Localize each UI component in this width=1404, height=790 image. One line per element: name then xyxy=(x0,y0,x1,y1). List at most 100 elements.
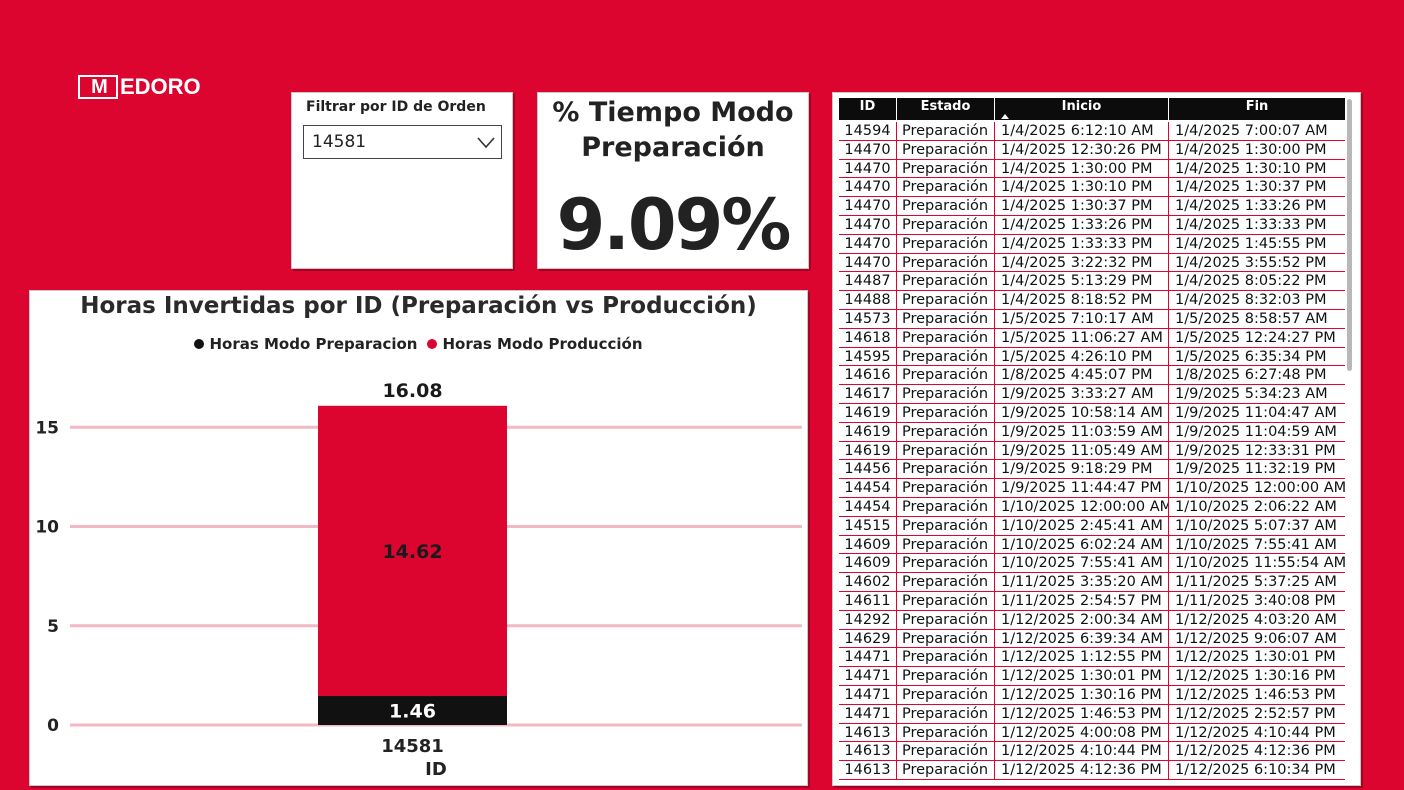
table-row[interactable]: 14456 Preparación 1/9/2025 9:18:29 PM 1/9/2… xyxy=(839,460,1345,480)
table-row[interactable]: 14454 Preparación 1/9/2025 11:44:47 PM 1/10… xyxy=(839,479,1345,498)
cell-estado: Preparación xyxy=(897,685,995,704)
table-row[interactable]: 14595 Preparación 1/5/2025 4:26:10 PM 1/5/2… xyxy=(839,347,1345,367)
cell-inicio: 1/11/2025 2:54:57 PM xyxy=(995,591,1169,610)
cell-fin: 1/12/2025 1:30:16 PM xyxy=(1175,668,1336,685)
cell-id: 14454 xyxy=(839,497,897,516)
x-axis-title: ID xyxy=(425,759,447,780)
table-row[interactable]: 14471 Preparación 1/12/2025 1:12:55 PM 1/12… xyxy=(839,648,1345,668)
table-row[interactable]: 14619 Preparación 1/9/2025 11:05:49 AM 1/9/… xyxy=(839,441,1345,461)
cell-fin: 1/10/2025 2:06:22 AM xyxy=(1175,498,1337,515)
table-row[interactable]: 14611 Preparación 1/11/2025 2:54:57 PM 1/11… xyxy=(839,591,1345,611)
table-row[interactable]: 14292 Preparación 1/12/2025 2:00:34 AM 1/12… xyxy=(839,610,1345,630)
table-row[interactable]: 14454 Preparación 1/10/2025 12:00:00 AM 1/1… xyxy=(839,497,1345,517)
table-row[interactable]: 14470 Preparación 1/4/2025 1:30:10 PM 1/4/2… xyxy=(839,178,1345,198)
cell-estado: Preparación xyxy=(897,554,995,573)
column-header-fin[interactable]: Fin xyxy=(1169,98,1345,120)
cell-id: 14594 xyxy=(839,122,897,140)
cell-inicio: 1/12/2025 2:00:34 AM xyxy=(995,610,1169,629)
cell-fin: 1/4/2025 8:32:03 PM xyxy=(1175,292,1327,309)
table-row[interactable]: 14470 Preparación 1/4/2025 3:22:32 PM 1/4/2… xyxy=(839,253,1345,273)
cell-fin: 1/9/2025 5:34:23 AM xyxy=(1175,386,1328,403)
table-row[interactable]: 14573 Preparación 1/5/2025 7:10:17 AM 1/5/2… xyxy=(839,309,1345,329)
column-header-estado[interactable]: Estado xyxy=(897,98,995,120)
table-row[interactable]: 14470 Preparación 1/4/2025 1:30:37 PM 1/4/2… xyxy=(839,197,1345,216)
table-row[interactable]: 14619 Preparación 1/9/2025 10:58:14 AM 1/9/… xyxy=(839,403,1345,423)
cell-id: 14602 xyxy=(839,573,897,591)
table-row[interactable]: 14594 Preparación 1/4/2025 6:12:10 AM 1/4/2… xyxy=(839,122,1345,141)
table-row[interactable]: 14471 Preparación 1/12/2025 1:30:16 PM 1/12… xyxy=(839,685,1345,705)
table-row[interactable]: 14515 Preparación 1/10/2025 2:45:41 AM 1/10… xyxy=(839,516,1345,536)
cell-fin: 1/9/2025 11:04:47 AM xyxy=(1175,404,1337,421)
dropdown-selected-value: 14581 xyxy=(312,132,367,152)
order-id-dropdown[interactable]: 14581 xyxy=(303,125,502,159)
cell-estado: Preparación xyxy=(897,573,995,591)
cell-inicio: 1/4/2025 1:33:26 PM xyxy=(995,215,1169,234)
table-row[interactable]: 14470 Preparación 1/4/2025 1:30:00 PM 1/4/2… xyxy=(839,159,1345,179)
table-row[interactable]: 14613 Preparación 1/12/2025 4:00:08 PM 1/12… xyxy=(839,723,1345,743)
table-row[interactable]: 14471 Preparación 1/12/2025 1:46:53 PM 1/12… xyxy=(839,704,1345,724)
table-row[interactable]: 14488 Preparación 1/4/2025 8:18:52 PM 1/4/2… xyxy=(839,291,1345,310)
cell-inicio: 1/9/2025 3:33:27 AM xyxy=(995,385,1169,403)
cell-fin: 1/4/2025 1:30:37 PM xyxy=(1175,179,1327,196)
cell-estado: Preparación xyxy=(897,761,995,779)
table-row[interactable]: 14470 Preparación 1/4/2025 1:33:26 PM 1/4/2… xyxy=(839,215,1345,235)
table-row[interactable]: 14617 Preparación 1/9/2025 3:33:27 AM 1/9/2… xyxy=(839,385,1345,404)
y-tick-label: 0 xyxy=(47,716,59,736)
cell-fin: 1/10/2025 5:07:37 AM xyxy=(1175,517,1337,534)
cell-estado: Preparación xyxy=(897,723,995,742)
cell-inicio: 1/4/2025 6:12:10 AM xyxy=(995,122,1169,140)
chart-plot: 0 5 10 15 1.46 14.62 16.08 14581ID xyxy=(35,380,802,780)
table-row[interactable]: 14609 Preparación 1/10/2025 7:55:41 AM 1/10… xyxy=(839,554,1345,574)
kpi-title-line2: Preparación xyxy=(581,132,765,163)
cell-id: 14618 xyxy=(839,328,897,347)
events-table-card: ID Estado Inicio Fin 14594 Preparación 1/4… xyxy=(832,92,1361,786)
bar-data-label: 14.62 xyxy=(382,541,442,563)
y-tick-label: 15 xyxy=(35,418,59,438)
cell-fin: 1/4/2025 1:45:55 PM xyxy=(1175,235,1327,252)
cell-inicio: 1/10/2025 6:02:24 AM xyxy=(995,535,1169,554)
cell-fin: 1/4/2025 1:30:00 PM xyxy=(1175,141,1327,158)
cell-inicio: 1/5/2025 11:06:27 AM xyxy=(995,328,1169,347)
cell-id: 14515 xyxy=(839,516,897,535)
table-row[interactable]: 14487 Preparación 1/4/2025 5:13:29 PM 1/4/2… xyxy=(839,272,1345,292)
table-row[interactable]: 14618 Preparación 1/5/2025 11:06:27 AM 1/5/… xyxy=(839,328,1345,348)
table-row[interactable]: 14619 Preparación 1/9/2025 11:03:59 AM 1/9/… xyxy=(839,422,1345,442)
table-row[interactable]: 14470 Preparación 1/4/2025 1:33:33 PM 1/4/2… xyxy=(839,234,1345,254)
table-row[interactable]: 14602 Preparación 1/11/2025 3:35:20 AM 1/11… xyxy=(839,573,1345,592)
cell-inicio: 1/4/2025 12:30:26 PM xyxy=(995,140,1169,159)
cell-estado: Preparación xyxy=(897,309,995,328)
cell-estado: Preparación xyxy=(897,234,995,253)
cell-fin: 1/10/2025 11:55:54 AM xyxy=(1175,555,1345,572)
cell-estado: Preparación xyxy=(897,140,995,159)
cell-id: 14470 xyxy=(839,234,897,253)
table-row[interactable]: 14471 Preparación 1/12/2025 1:30:01 PM 1/12… xyxy=(839,667,1345,686)
cell-fin: 1/9/2025 11:32:19 PM xyxy=(1175,461,1336,478)
cell-fin: 1/4/2025 1:33:33 PM xyxy=(1175,216,1327,233)
cell-estado: Preparación xyxy=(897,591,995,610)
logo-mark-letter: M xyxy=(91,76,108,98)
cell-id: 14487 xyxy=(839,272,897,291)
table-row[interactable]: 14616 Preparación 1/8/2025 4:45:07 PM 1/8/2… xyxy=(839,366,1345,386)
cell-estado: Preparación xyxy=(897,535,995,554)
column-header-inicio[interactable]: Inicio xyxy=(995,98,1169,120)
cell-estado: Preparación xyxy=(897,497,995,516)
cell-inicio: 1/12/2025 1:12:55 PM xyxy=(995,648,1169,667)
cell-inicio: 1/12/2025 1:30:16 PM xyxy=(995,685,1169,704)
cell-estado: Preparación xyxy=(897,610,995,629)
table-row[interactable]: 14470 Preparación 1/4/2025 12:30:26 PM 1/4/… xyxy=(839,140,1345,160)
cell-id: 14619 xyxy=(839,441,897,460)
cell-fin: 1/12/2025 2:52:57 PM xyxy=(1175,705,1336,722)
cell-estado: Preparación xyxy=(897,516,995,535)
table-scrollbar[interactable] xyxy=(1347,99,1352,371)
cell-fin: 1/9/2025 11:04:59 AM xyxy=(1175,423,1337,440)
cell-inicio: 1/4/2025 1:30:10 PM xyxy=(995,178,1169,197)
column-header-id[interactable]: ID xyxy=(839,98,897,120)
slicer-title: Filtrar por ID de Orden xyxy=(306,99,486,115)
table-row[interactable]: 14613 Preparación 1/12/2025 4:10:44 PM 1/12… xyxy=(839,742,1345,762)
table-row[interactable]: 14613 Preparación 1/12/2025 4:12:36 PM 1/12… xyxy=(839,761,1345,780)
stacked-bar-chart-card: Horas Invertidas por ID (Preparación vs … xyxy=(29,290,808,786)
cell-id: 14609 xyxy=(839,554,897,573)
table-row[interactable]: 14609 Preparación 1/10/2025 6:02:24 AM 1/10… xyxy=(839,535,1345,555)
cell-id: 14470 xyxy=(839,178,897,197)
table-row[interactable]: 14629 Preparación 1/12/2025 6:39:34 AM 1/12… xyxy=(839,629,1345,649)
